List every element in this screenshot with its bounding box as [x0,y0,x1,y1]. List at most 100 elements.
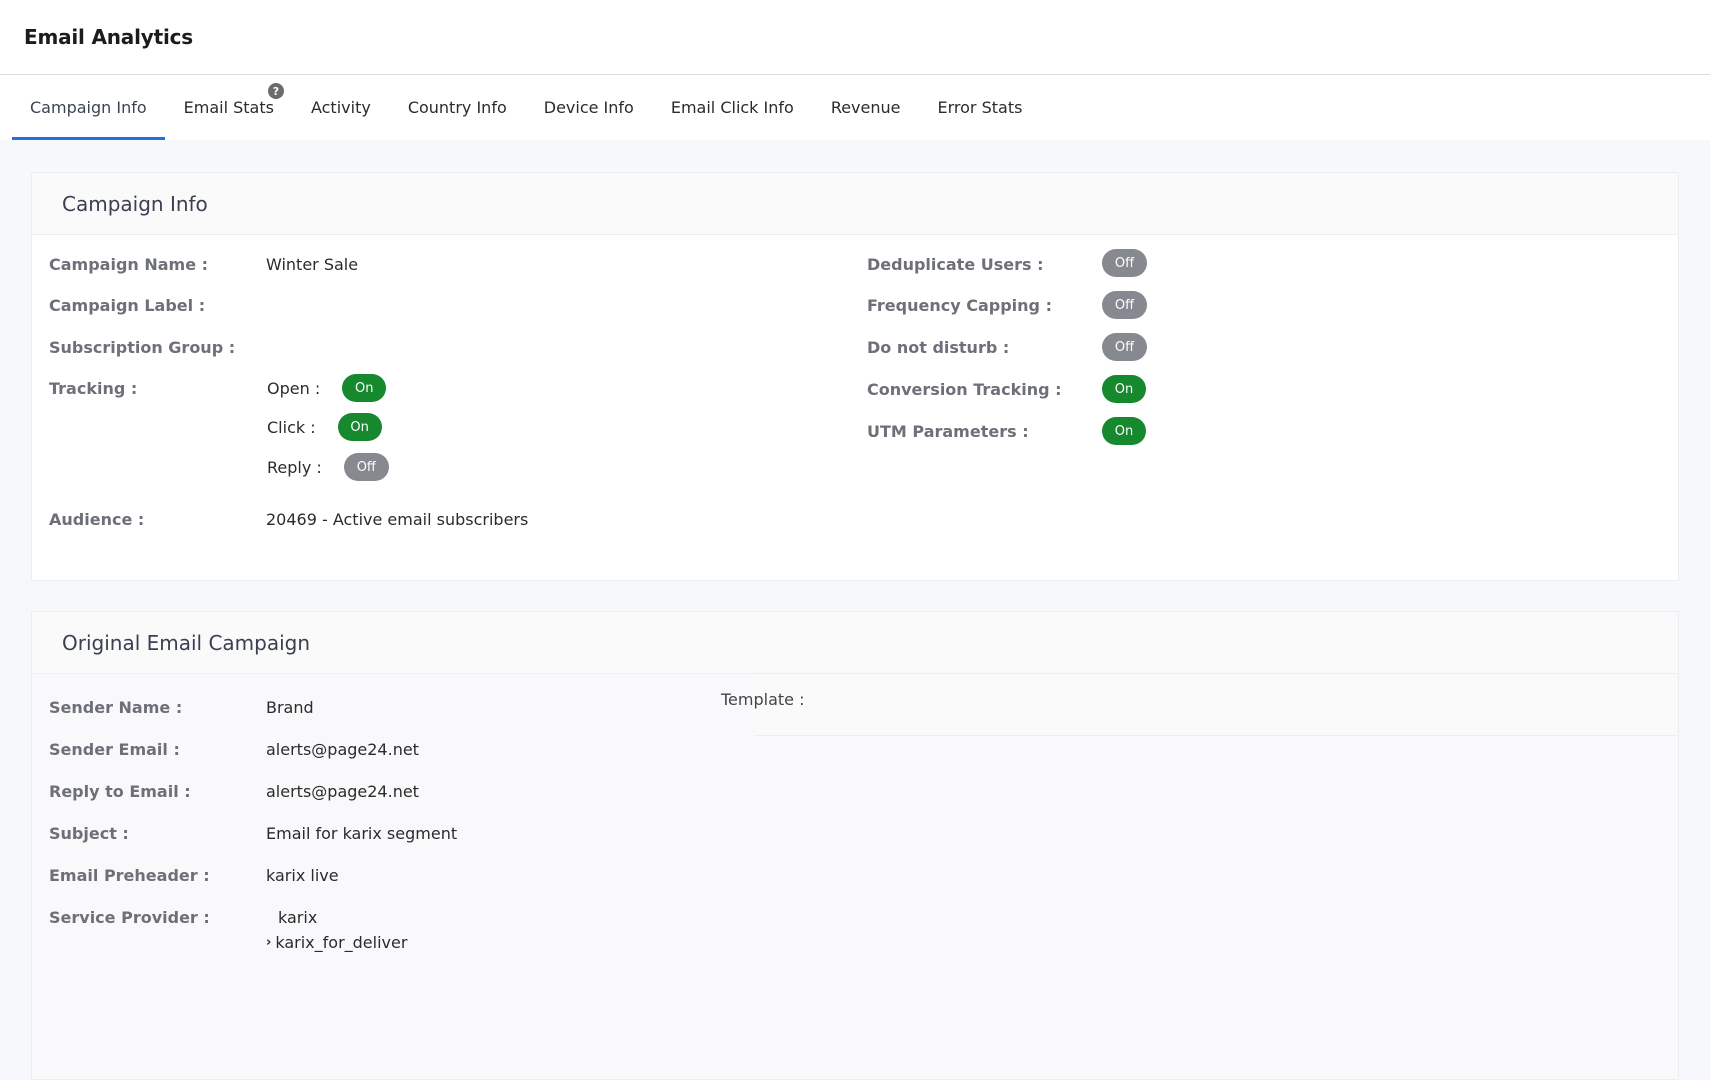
tracking-row: Tracking : [49,375,137,401]
subscription-group-label: Subscription Group : [49,337,236,357]
sender-name-row: Sender Name : [49,694,182,720]
conversion-tracking-status-row: On [1102,375,1146,403]
reply-email-value-row: alerts@page24.net [266,778,419,804]
tracking-reply-label: Reply : [267,457,322,477]
sender-name-label: Sender Name : [49,697,183,717]
tab-label: Email Stats [183,98,274,117]
tab-revenue[interactable]: Revenue [813,75,919,140]
tracking-label: Tracking : [49,378,138,398]
subject-row: Subject : [49,820,129,846]
tab-email-click-info[interactable]: Email Click Info [653,75,812,140]
tracking-click-status: On [337,413,382,441]
tracking-reply-row: Reply : Off [267,453,389,481]
service-provider-value-row: karix [278,904,317,930]
template-label: Template : [721,689,805,709]
tracking-open-status: On [342,374,387,402]
audience-row: Audience : [49,506,144,532]
dedup-row: Deduplicate Users : [867,251,1044,277]
tab-error-stats[interactable]: Error Stats [920,75,1041,140]
tab-campaign-info[interactable]: Campaign Info [12,75,165,140]
dnd-status: Off [1102,333,1147,361]
sender-name-value-row: Brand [266,694,314,720]
reply-email-label: Reply to Email : [49,781,191,801]
subscription-group-row: Subscription Group : [49,334,235,360]
tab-country-info[interactable]: Country Info [390,75,525,140]
conversion-tracking-status: On [1102,375,1146,403]
preheader-row: Email Preheader : [49,862,210,888]
subject-value-row: Email for karix segment [266,820,457,846]
reply-email-value: alerts@page24.net [266,781,419,801]
audience-value-row: 20469 - Active email subscribers [266,506,528,532]
dedup-status: Off [1102,249,1147,277]
tab-label: Device Info [543,98,634,117]
campaign-info-body: Campaign Name : Winter Sale Campaign Lab… [32,235,1678,580]
frequency-capping-label: Frequency Capping : [867,295,1052,315]
dedup-label: Deduplicate Users : [867,254,1044,274]
sender-email-label: Sender Email : [49,739,180,759]
tab-label: Activity [310,98,371,117]
frequency-capping-status: Off [1102,291,1147,319]
tracking-open-row: Open : On [267,374,387,402]
service-provider-sub-value: karix_for_deliver [275,932,408,952]
tab-activity[interactable]: Activity [293,75,389,140]
subject-value: Email for karix segment [266,823,458,843]
sender-email-row: Sender Email : [49,736,180,762]
original-email-header: Original Email Campaign [32,612,1678,674]
template-row: Template : [721,686,804,712]
conversion-tracking-row: Conversion Tracking : [867,376,1062,402]
tab-device-info[interactable]: Device Info [526,75,652,140]
campaign-name-value: Winter Sale [266,254,359,274]
sender-email-value: alerts@page24.net [266,739,419,759]
top-bar: Email Analytics [0,0,1710,75]
card-title: Campaign Info [62,191,208,216]
frequency-capping-status-row: Off [1102,291,1147,319]
dnd-label: Do not disturb : [867,337,1010,357]
main-content: Campaign Info Campaign Name : Winter Sal… [0,140,1710,1080]
dnd-row: Do not disturb : [867,334,1009,360]
conversion-tracking-label: Conversion Tracking : [867,379,1062,399]
audience-label: Audience : [49,509,145,529]
subject-label: Subject : [49,823,129,843]
dnd-status-row: Off [1102,333,1147,361]
tracking-click-label: Click : [267,417,316,437]
preheader-label: Email Preheader : [49,865,210,885]
help-icon[interactable]: ? [267,83,284,99]
original-email-card: Original Email Campaign Sender Name : Br… [31,611,1679,1080]
utm-status: On [1102,417,1146,445]
sender-email-value-row: alerts@page24.net [266,736,419,762]
tab-label: Campaign Info [30,98,147,117]
audience-value: 20469 - Active email subscribers [266,509,529,529]
campaign-name-row: Campaign Name : [49,251,208,277]
service-provider-row: Service Provider : [49,904,210,930]
preheader-value: karix live [266,865,339,885]
campaign-name-label: Campaign Name : [49,254,209,274]
tab-label: Error Stats [937,98,1023,117]
service-provider-label: Service Provider : [49,907,210,927]
tracking-open-label: Open : [267,378,321,398]
tab-label: Country Info [407,98,507,117]
service-provider-sub-row[interactable]: › karix_for_deliver [266,929,407,955]
utm-row: UTM Parameters : [867,418,1029,444]
frequency-capping-row: Frequency Capping : [867,292,1052,318]
chevron-right-icon[interactable]: › [266,935,271,950]
service-provider-value: karix [278,907,318,927]
card-title: Original Email Campaign [62,630,311,655]
original-email-body: Sender Name : Brand Sender Email : alert… [32,674,1678,1079]
template-preview-area [754,674,1678,736]
campaign-info-card: Campaign Info Campaign Name : Winter Sal… [31,172,1679,581]
dedup-status-row: Off [1102,249,1147,277]
preheader-value-row: karix live [266,862,339,888]
tab-label: Revenue [830,98,901,117]
tab-label: Email Click Info [670,98,794,117]
campaign-label-label: Campaign Label : [49,295,206,315]
sender-name-value: Brand [266,697,314,717]
app-title: Email Analytics [24,25,193,49]
tab-bar: Campaign Info Email Stats ? Activity Cou… [0,75,1710,140]
campaign-info-header: Campaign Info [32,173,1678,235]
utm-status-row: On [1102,417,1146,445]
tracking-reply-status: Off [343,453,389,481]
tab-email-stats[interactable]: Email Stats ? [166,75,292,140]
reply-email-row: Reply to Email : [49,778,191,804]
campaign-label-row: Campaign Label : [49,292,205,318]
tracking-click-row: Click : On [267,413,382,441]
